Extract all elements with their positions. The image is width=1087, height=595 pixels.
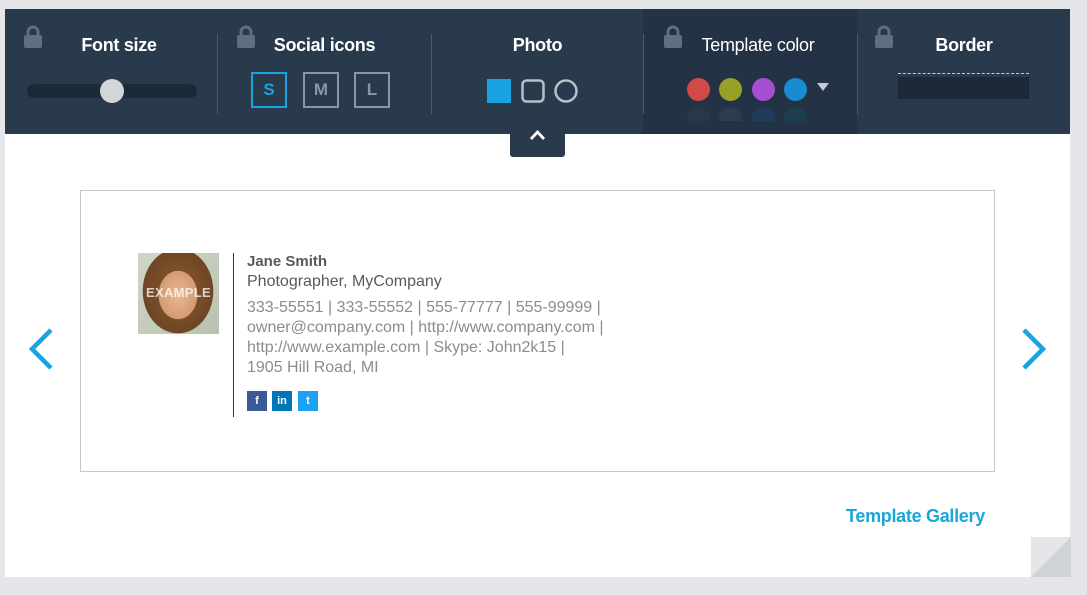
signature-job-title: Photographer, MyCompany [247,273,442,290]
color-swatch-blue[interactable] [784,78,807,101]
social-size-medium-button[interactable]: M [303,72,339,108]
border-title: Border [935,35,993,55]
linkedin-icon[interactable]: in [272,391,292,411]
photo-rounded-option[interactable] [521,79,545,103]
border-style-preview[interactable] [898,77,1029,99]
signature-phones: 333-55551 | 333-55552 | 555-77777 | 555-… [247,299,601,316]
style-toolbar: Font size Social icons S M L Photo Templ… [5,9,1070,134]
signature-photo: EXAMPLE [138,253,219,334]
chevron-down-icon[interactable] [817,83,829,91]
font-size-section: Font size [5,9,217,134]
social-size-large-button[interactable]: L [354,72,390,108]
border-style-dashed[interactable] [898,73,1029,74]
facebook-icon[interactable]: f [247,391,267,411]
chevron-up-icon [529,129,546,140]
border-section: Border [858,9,1070,134]
color-swatch-red[interactable] [687,78,710,101]
signature-divider [233,253,234,417]
collapse-toolbar-button[interactable] [510,120,565,157]
social-icons-title: Social icons [273,35,376,55]
font-size-title: Font size [81,35,157,55]
twitter-icon[interactable]: t [298,391,318,411]
social-size-small-button[interactable]: S [251,72,287,108]
photo-watermark: EXAMPLE [146,285,211,300]
color-swatch-purple[interactable] [752,78,775,101]
photo-square-option[interactable] [487,79,511,103]
font-size-slider-handle[interactable] [100,79,124,103]
signature-name: Jane Smith [247,253,328,270]
photo-circle-option[interactable] [554,79,578,103]
template-color-section: Template color [643,9,857,134]
signature-email-website: owner@company.com | http://www.company.c… [247,319,604,336]
previous-template-arrow-icon[interactable] [27,327,57,371]
page-fold-corner [1031,537,1071,577]
template-gallery-link[interactable]: Template Gallery [846,506,985,527]
next-template-arrow-icon[interactable] [1018,327,1048,371]
signature-address: 1905 Hill Road, MI [247,359,379,376]
photo-title: Photo [512,35,563,55]
signature-website-skype: http://www.example.com | Skype: John2k15… [247,339,565,356]
template-color-title: Template color [701,35,815,55]
photo-section: Photo [432,9,643,134]
color-swatch-olive[interactable] [719,78,742,101]
